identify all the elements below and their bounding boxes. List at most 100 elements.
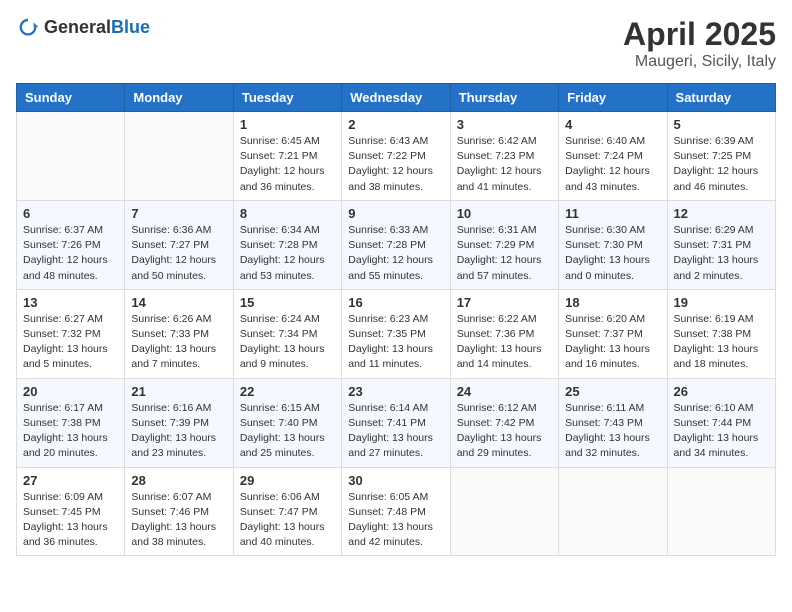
weekday-header-monday: Monday [125, 84, 233, 112]
calendar-cell: 1 Sunrise: 6:45 AMSunset: 7:21 PMDaylight… [233, 112, 341, 201]
day-detail: Sunrise: 6:37 AMSunset: 7:26 PMDaylight:… [23, 223, 118, 284]
day-number: 17 [457, 295, 552, 310]
day-detail: Sunrise: 6:15 AMSunset: 7:40 PMDaylight:… [240, 401, 335, 462]
day-detail: Sunrise: 6:17 AMSunset: 7:38 PMDaylight:… [23, 401, 118, 462]
day-detail: Sunrise: 6:11 AMSunset: 7:43 PMDaylight:… [565, 401, 660, 462]
day-detail: Sunrise: 6:43 AMSunset: 7:22 PMDaylight:… [348, 134, 443, 195]
calendar-cell: 26Sunrise: 6:10 AMSunset: 7:44 PMDayligh… [667, 378, 775, 467]
day-detail: Sunrise: 6:39 AMSunset: 7:25 PMDaylight:… [674, 134, 769, 195]
day-detail: Sunrise: 6:26 AMSunset: 7:33 PMDaylight:… [131, 312, 226, 373]
day-detail: Sunrise: 6:45 AMSunset: 7:21 PMDaylight:… [240, 134, 335, 195]
weekday-header-sunday: Sunday [17, 84, 125, 112]
day-detail: Sunrise: 6:19 AMSunset: 7:38 PMDaylight:… [674, 312, 769, 373]
day-number: 22 [240, 384, 335, 399]
day-number: 20 [23, 384, 118, 399]
day-detail: Sunrise: 6:20 AMSunset: 7:37 PMDaylight:… [565, 312, 660, 373]
calendar-cell: 19 Sunrise: 6:19 AMSunset: 7:38 PMDayligh… [667, 289, 775, 378]
calendar-cell: 20 Sunrise: 6:17 AMSunset: 7:38 PMDayligh… [17, 378, 125, 467]
day-detail: Sunrise: 6:36 AMSunset: 7:27 PMDaylight:… [131, 223, 226, 284]
logo: GeneralBlue [16, 16, 150, 40]
day-number: 24 [457, 384, 552, 399]
day-detail: Sunrise: 6:31 AMSunset: 7:29 PMDaylight:… [457, 223, 552, 284]
day-number: 11 [565, 206, 660, 221]
day-number: 27 [23, 473, 118, 488]
week-row-2: 6 Sunrise: 6:37 AMSunset: 7:26 PMDaylight… [17, 200, 776, 289]
day-detail: Sunrise: 6:16 AMSunset: 7:39 PMDaylight:… [131, 401, 226, 462]
calendar-cell: 14 Sunrise: 6:26 AMSunset: 7:33 PMDayligh… [125, 289, 233, 378]
day-number: 29 [240, 473, 335, 488]
day-number: 5 [674, 117, 769, 132]
calendar-cell: 16Sunrise: 6:23 AMSunset: 7:35 PMDayligh… [342, 289, 450, 378]
calendar-cell: 7 Sunrise: 6:36 AMSunset: 7:27 PMDaylight… [125, 200, 233, 289]
day-number: 18 [565, 295, 660, 310]
calendar-cell: 5 Sunrise: 6:39 AMSunset: 7:25 PMDaylight… [667, 112, 775, 201]
calendar-cell [125, 112, 233, 201]
calendar-cell: 15 Sunrise: 6:24 AMSunset: 7:34 PMDayligh… [233, 289, 341, 378]
calendar: SundayMondayTuesdayWednesdayThursdayFrid… [16, 83, 776, 556]
title-area: April 2025 Maugeri, Sicily, Italy [623, 16, 776, 71]
calendar-cell: 25 Sunrise: 6:11 AMSunset: 7:43 PMDayligh… [559, 378, 667, 467]
calendar-cell: 24 Sunrise: 6:12 AMSunset: 7:42 PMDayligh… [450, 378, 558, 467]
calendar-cell [559, 467, 667, 556]
day-detail: Sunrise: 6:07 AMSunset: 7:46 PMDaylight:… [131, 490, 226, 551]
day-detail: Sunrise: 6:29 AMSunset: 7:31 PMDaylight:… [674, 223, 769, 284]
calendar-cell: 30 Sunrise: 6:05 AMSunset: 7:48 PMDayligh… [342, 467, 450, 556]
day-number: 15 [240, 295, 335, 310]
week-row-3: 13Sunrise: 6:27 AMSunset: 7:32 PMDayligh… [17, 289, 776, 378]
day-detail: Sunrise: 6:30 AMSunset: 7:30 PMDaylight:… [565, 223, 660, 284]
header: GeneralBlue April 2025 Maugeri, Sicily, … [16, 16, 776, 71]
calendar-cell: 22 Sunrise: 6:15 AMSunset: 7:40 PMDayligh… [233, 378, 341, 467]
day-detail: Sunrise: 6:09 AMSunset: 7:45 PMDaylight:… [23, 490, 118, 551]
day-number: 12 [674, 206, 769, 221]
calendar-cell [667, 467, 775, 556]
day-number: 21 [131, 384, 226, 399]
day-detail: Sunrise: 6:14 AMSunset: 7:41 PMDaylight:… [348, 401, 443, 462]
calendar-cell: 6 Sunrise: 6:37 AMSunset: 7:26 PMDaylight… [17, 200, 125, 289]
month-title: April 2025 [623, 16, 776, 53]
day-detail: Sunrise: 6:27 AMSunset: 7:32 PMDaylight:… [23, 312, 118, 373]
day-detail: Sunrise: 6:22 AMSunset: 7:36 PMDaylight:… [457, 312, 552, 373]
calendar-cell [450, 467, 558, 556]
calendar-cell: 2 Sunrise: 6:43 AMSunset: 7:22 PMDaylight… [342, 112, 450, 201]
day-number: 25 [565, 384, 660, 399]
logo-icon [16, 16, 40, 40]
day-detail: Sunrise: 6:05 AMSunset: 7:48 PMDaylight:… [348, 490, 443, 551]
logo-general: GeneralBlue [44, 18, 150, 38]
calendar-cell: 9 Sunrise: 6:33 AMSunset: 7:28 PMDaylight… [342, 200, 450, 289]
weekday-header-row: SundayMondayTuesdayWednesdayThursdayFrid… [17, 84, 776, 112]
calendar-cell: 29 Sunrise: 6:06 AMSunset: 7:47 PMDayligh… [233, 467, 341, 556]
calendar-cell: 10Sunrise: 6:31 AMSunset: 7:29 PMDayligh… [450, 200, 558, 289]
day-number: 1 [240, 117, 335, 132]
calendar-cell: 11 Sunrise: 6:30 AMSunset: 7:30 PMDayligh… [559, 200, 667, 289]
day-detail: Sunrise: 6:06 AMSunset: 7:47 PMDaylight:… [240, 490, 335, 551]
week-row-4: 20 Sunrise: 6:17 AMSunset: 7:38 PMDayligh… [17, 378, 776, 467]
day-number: 14 [131, 295, 226, 310]
weekday-header-wednesday: Wednesday [342, 84, 450, 112]
location-title: Maugeri, Sicily, Italy [623, 53, 776, 71]
calendar-cell: 4 Sunrise: 6:40 AMSunset: 7:24 PMDaylight… [559, 112, 667, 201]
day-detail: Sunrise: 6:34 AMSunset: 7:28 PMDaylight:… [240, 223, 335, 284]
day-number: 7 [131, 206, 226, 221]
calendar-cell: 21 Sunrise: 6:16 AMSunset: 7:39 PMDayligh… [125, 378, 233, 467]
week-row-1: 1 Sunrise: 6:45 AMSunset: 7:21 PMDaylight… [17, 112, 776, 201]
day-detail: Sunrise: 6:24 AMSunset: 7:34 PMDaylight:… [240, 312, 335, 373]
day-number: 8 [240, 206, 335, 221]
day-detail: Sunrise: 6:40 AMSunset: 7:24 PMDaylight:… [565, 134, 660, 195]
day-number: 2 [348, 117, 443, 132]
day-number: 30 [348, 473, 443, 488]
calendar-cell: 3Sunrise: 6:42 AMSunset: 7:23 PMDaylight… [450, 112, 558, 201]
day-detail: Sunrise: 6:10 AMSunset: 7:44 PMDaylight:… [674, 401, 769, 462]
day-detail: Sunrise: 6:33 AMSunset: 7:28 PMDaylight:… [348, 223, 443, 284]
day-number: 9 [348, 206, 443, 221]
day-number: 19 [674, 295, 769, 310]
day-number: 16 [348, 295, 443, 310]
day-detail: Sunrise: 6:12 AMSunset: 7:42 PMDaylight:… [457, 401, 552, 462]
weekday-header-saturday: Saturday [667, 84, 775, 112]
calendar-cell: 18 Sunrise: 6:20 AMSunset: 7:37 PMDayligh… [559, 289, 667, 378]
day-number: 4 [565, 117, 660, 132]
day-number: 6 [23, 206, 118, 221]
weekday-header-tuesday: Tuesday [233, 84, 341, 112]
calendar-cell: 28 Sunrise: 6:07 AMSunset: 7:46 PMDayligh… [125, 467, 233, 556]
calendar-cell: 8 Sunrise: 6:34 AMSunset: 7:28 PMDaylight… [233, 200, 341, 289]
day-number: 28 [131, 473, 226, 488]
